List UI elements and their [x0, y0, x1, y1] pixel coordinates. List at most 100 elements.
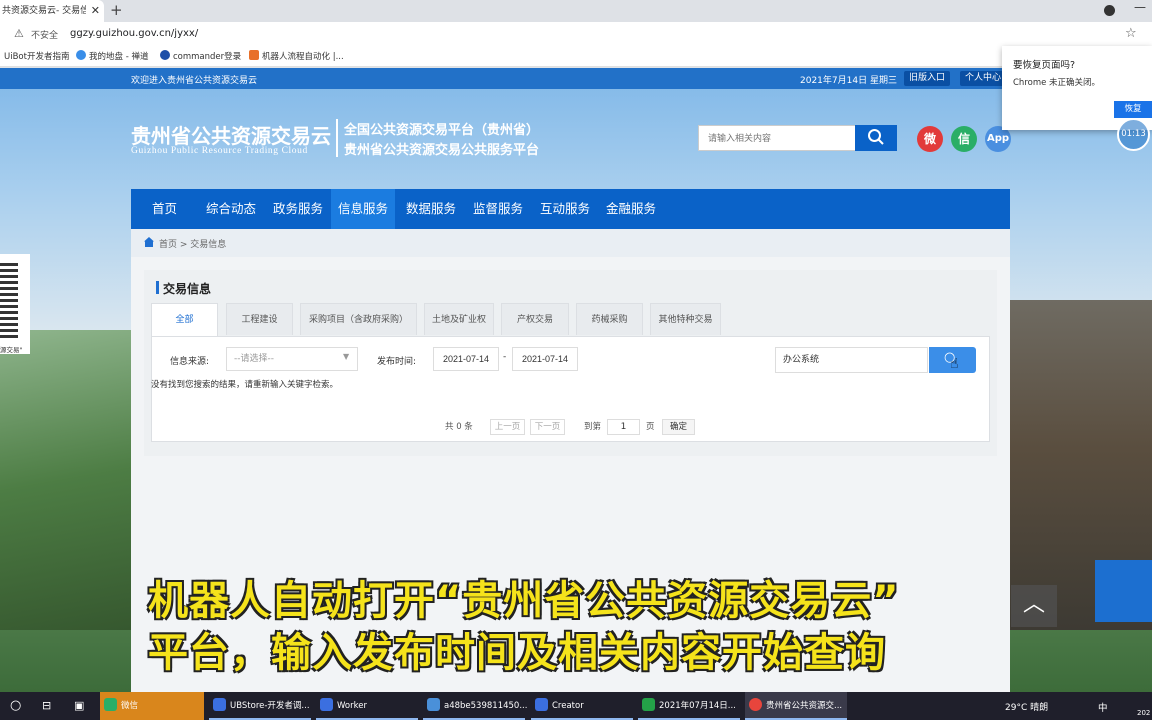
- search-icon: [868, 128, 884, 145]
- nav-government[interactable]: 政务服务: [266, 189, 330, 229]
- taskbar-spreadsheet[interactable]: 2021年07月14日...: [638, 692, 740, 720]
- bookmark-zentao[interactable]: 我的地盘 - 禅道: [76, 50, 148, 62]
- tab-procurement[interactable]: 采购项目（含政府采购）: [300, 303, 417, 335]
- nav-supervision[interactable]: 监督服务: [466, 189, 530, 229]
- goto-confirm-button[interactable]: 确定: [662, 419, 695, 435]
- wechat-icon[interactable]: 信: [951, 126, 977, 152]
- new-tab-icon[interactable]: +: [110, 1, 123, 19]
- weibo-icon[interactable]: 微: [917, 126, 943, 152]
- source-label: 信息来源:: [170, 357, 210, 367]
- uibot-icon: [535, 698, 548, 711]
- tab-all[interactable]: 全部: [151, 303, 218, 337]
- browser-tab[interactable]: 共资源交易云- 交易信息 ✕: [0, 0, 104, 22]
- date-from-input[interactable]: 2021-07-14: [433, 347, 499, 371]
- personal-center-button[interactable]: 个人中心: [960, 71, 1007, 86]
- wechat-app-icon: [104, 698, 117, 711]
- bookmark-star-icon[interactable]: ☆: [1125, 26, 1137, 41]
- minimize-button[interactable]: —: [1134, 0, 1146, 14]
- chevron-up-icon: ︿: [1022, 592, 1045, 617]
- bookmark-label: 机器人流程自动化 |...: [262, 52, 344, 62]
- video-caption-line-1: 机器人自动打开“贵州省公共资源交易云”: [148, 578, 900, 624]
- old-version-button[interactable]: 旧版入口: [904, 71, 951, 86]
- taskbar-creator[interactable]: Creator: [531, 692, 633, 720]
- nav-home[interactable]: 首页: [145, 189, 184, 229]
- taskbar-ubstore[interactable]: UBStore-开发者调...: [209, 692, 311, 720]
- restore-button[interactable]: 恢复: [1114, 101, 1152, 118]
- nav-news[interactable]: 综合动态: [199, 189, 263, 229]
- rpa-icon: [249, 50, 259, 60]
- site-search-input[interactable]: [698, 125, 856, 151]
- uibot-icon: [320, 698, 333, 711]
- warning-icon[interactable]: ⚠: [14, 27, 24, 40]
- tab-close-icon[interactable]: ✕: [91, 0, 100, 22]
- ime-indicator[interactable]: 中: [1098, 700, 1108, 714]
- taskbar-image[interactable]: a48be539811450...: [423, 692, 528, 720]
- tab-medical[interactable]: 药械采购: [576, 303, 643, 335]
- breadcrumb: [131, 229, 1010, 257]
- source-select[interactable]: --请选择--: [226, 347, 358, 371]
- taskbar-wechat[interactable]: 微信: [100, 692, 204, 720]
- qr-caption: 源交易": [0, 346, 23, 354]
- app-pinned-icon[interactable]: ▣: [70, 692, 84, 720]
- page-unit-label: 页: [646, 422, 655, 432]
- taskbar-label: 微信: [121, 701, 139, 711]
- background-mountain: [0, 330, 131, 630]
- spreadsheet-icon: [642, 698, 655, 711]
- browser-tabbar: [0, 0, 1152, 22]
- tab-engineering[interactable]: 工程建设: [226, 303, 293, 335]
- platform-line-1: 全国公共资源交易平台（贵州省）: [344, 123, 540, 138]
- popup-text: Chrome 未正确关闭。: [1013, 78, 1101, 88]
- bookmark-rpa[interactable]: 机器人流程自动化 |...: [249, 50, 344, 62]
- security-label[interactable]: 不安全: [31, 28, 58, 41]
- date-to-input[interactable]: 2021-07-14: [512, 347, 578, 371]
- tab-other[interactable]: 其他特种交易: [650, 303, 721, 335]
- bookmark-label: 我的地盘 - 禅道: [89, 52, 149, 62]
- date-text: 2021年7月14日 星期三: [800, 73, 897, 86]
- taskbar-chrome[interactable]: 贵州省公共资源交...: [745, 692, 847, 720]
- clock-date[interactable]: 202: [1137, 709, 1150, 717]
- nav-data[interactable]: 数据服务: [399, 189, 463, 229]
- back-to-top-button[interactable]: ︿: [1011, 585, 1057, 627]
- logo-divider: [336, 119, 338, 157]
- chrome-icon: [749, 698, 762, 711]
- popup-title: 要恢复页面吗?: [1013, 60, 1076, 71]
- breadcrumb-text[interactable]: 首页 > 交易信息: [159, 237, 226, 250]
- prev-page-button[interactable]: 上一页: [490, 419, 525, 435]
- task-view-icon[interactable]: ⊟: [38, 692, 51, 720]
- page-number-input[interactable]: 1: [607, 419, 640, 435]
- taskbar-label: UBStore-开发者调...: [230, 701, 310, 711]
- keyword-input[interactable]: 办公系统: [775, 347, 928, 373]
- taskbar-worker[interactable]: Worker: [316, 692, 418, 720]
- taskbar-label: 贵州省公共资源交...: [766, 701, 843, 711]
- panel-title-marker: [156, 281, 159, 294]
- bookmark-label: UiBot开发者指南: [4, 52, 70, 62]
- commander-icon: [160, 50, 170, 60]
- taskbar-label: 2021年07月14日...: [659, 701, 736, 711]
- photo-icon: [427, 698, 440, 711]
- tab-land-mining[interactable]: 土地及矿业权: [424, 303, 494, 335]
- uibot-icon: [213, 698, 226, 711]
- tab-property[interactable]: 产权交易: [501, 303, 569, 335]
- bookmark-commander[interactable]: commander登录: [160, 50, 241, 62]
- nav-interaction[interactable]: 互动服务: [533, 189, 597, 229]
- nav-information[interactable]: 信息服务: [331, 189, 396, 229]
- nav-finance[interactable]: 金融服务: [599, 189, 663, 229]
- site-search-button[interactable]: [855, 125, 897, 151]
- taskbar-label: Worker: [337, 701, 367, 711]
- tab-title: 共资源交易云- 交易信息: [2, 6, 86, 16]
- next-page-button[interactable]: 下一页: [530, 419, 565, 435]
- tab-search-icon[interactable]: [1104, 5, 1115, 16]
- taskbar-label: Creator: [552, 701, 584, 711]
- date-value: 2021年7月14日: [800, 76, 868, 86]
- start-search-icon[interactable]: ○: [6, 692, 21, 720]
- bookmark-label: commander登录: [173, 52, 242, 62]
- weather-widget[interactable]: 29°C 晴朗: [1005, 700, 1048, 713]
- qr-code: [0, 260, 18, 338]
- url-field[interactable]: ggzy.guizhou.gov.cn/jyxx/: [70, 28, 198, 39]
- mouse-cursor-icon: ☝: [950, 356, 959, 372]
- bookmark-uibot-guide[interactable]: UiBot开发者指南: [4, 50, 69, 62]
- video-caption-line-2: 平台，输入发布时间及相关内容开始查询: [148, 630, 886, 676]
- taskbar-label: a48be539811450...: [444, 701, 528, 711]
- goto-label: 到第: [584, 422, 602, 432]
- site-logo-title[interactable]: 贵州省公共资源交易云: [131, 120, 331, 149]
